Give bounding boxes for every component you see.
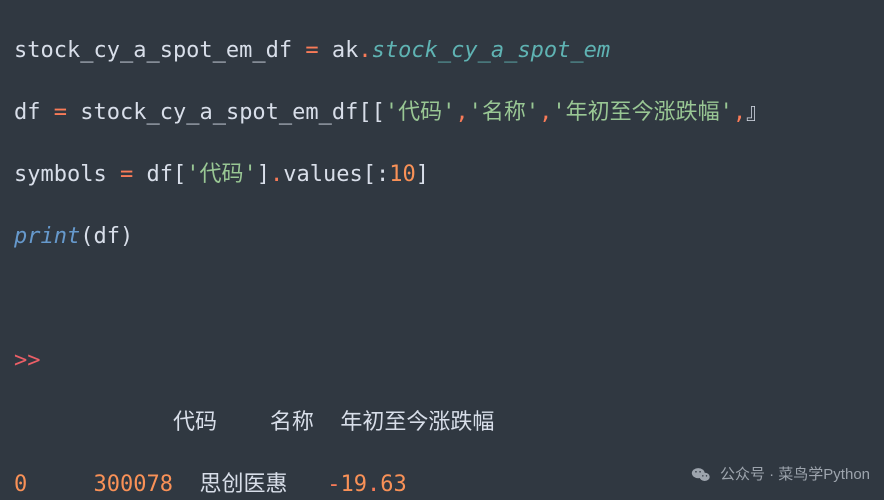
identifier: ak	[332, 38, 359, 63]
operator-dot: .	[270, 162, 283, 187]
operator-eq: =	[292, 38, 332, 63]
code-line-1: stock_cy_a_spot_em_df = ak.stock_cy_a_sp…	[14, 35, 880, 66]
stock-name: 思创医惠	[199, 472, 287, 497]
output-header: 代码 名称 年初至今涨跌幅	[14, 407, 880, 438]
slice-open: [:	[363, 162, 390, 187]
comma: ,	[455, 100, 468, 125]
decimal-dot: .	[367, 472, 380, 497]
bracket-close: ]	[257, 162, 270, 187]
operator-dot: .	[358, 38, 371, 63]
value-int: 19	[340, 472, 367, 497]
comma: ,	[539, 100, 552, 125]
attribute: values	[283, 162, 362, 187]
identifier: df	[146, 162, 173, 187]
builtin-print: print	[14, 224, 80, 249]
number-literal: 10	[389, 162, 416, 187]
output-prompt: >>	[14, 345, 880, 376]
watermark: 公众号 · 菜鸟学Python	[690, 459, 870, 490]
string-literal: '年初至今涨跌幅'	[552, 100, 733, 125]
code-line-3: symbols = df['代码'].values[:10]	[14, 159, 880, 190]
bracket-open: [	[173, 162, 186, 187]
identifier: df	[93, 224, 120, 249]
wrap-marker: 』	[746, 100, 768, 125]
string-literal: '代码'	[385, 100, 456, 125]
paren-open: (	[80, 224, 93, 249]
stock-code: 300078	[93, 472, 172, 497]
slice-close: ]	[416, 162, 429, 187]
code-editor[interactable]: stock_cy_a_spot_em_df = ak.stock_cy_a_sp…	[0, 0, 884, 500]
string-literal: '名称'	[469, 100, 540, 125]
paren-close: )	[120, 224, 133, 249]
row-index: 0	[14, 472, 67, 497]
watermark-text: 公众号 · 菜鸟学Python	[720, 459, 870, 490]
code-line-2: df = stock_cy_a_spot_em_df[['代码','名称','年…	[14, 97, 880, 128]
prompt-icon: >>	[14, 348, 41, 373]
identifier: stock_cy_a_spot_em_df	[14, 38, 292, 63]
identifier: stock_cy_a_spot_em_df	[80, 100, 358, 125]
bracket-open: [[	[358, 100, 385, 125]
function-call: stock_cy_a_spot_em	[372, 38, 610, 63]
identifier: df	[14, 100, 41, 125]
blank-line	[14, 283, 880, 314]
comma: ,	[733, 100, 746, 125]
sign: -	[327, 472, 340, 497]
code-line-4: print(df)	[14, 221, 880, 252]
string-literal: '代码'	[186, 162, 257, 187]
operator-eq: =	[107, 162, 147, 187]
operator-eq: =	[41, 100, 81, 125]
wechat-icon	[690, 464, 712, 486]
identifier: symbols	[14, 162, 107, 187]
value-frac: 63	[380, 472, 407, 497]
